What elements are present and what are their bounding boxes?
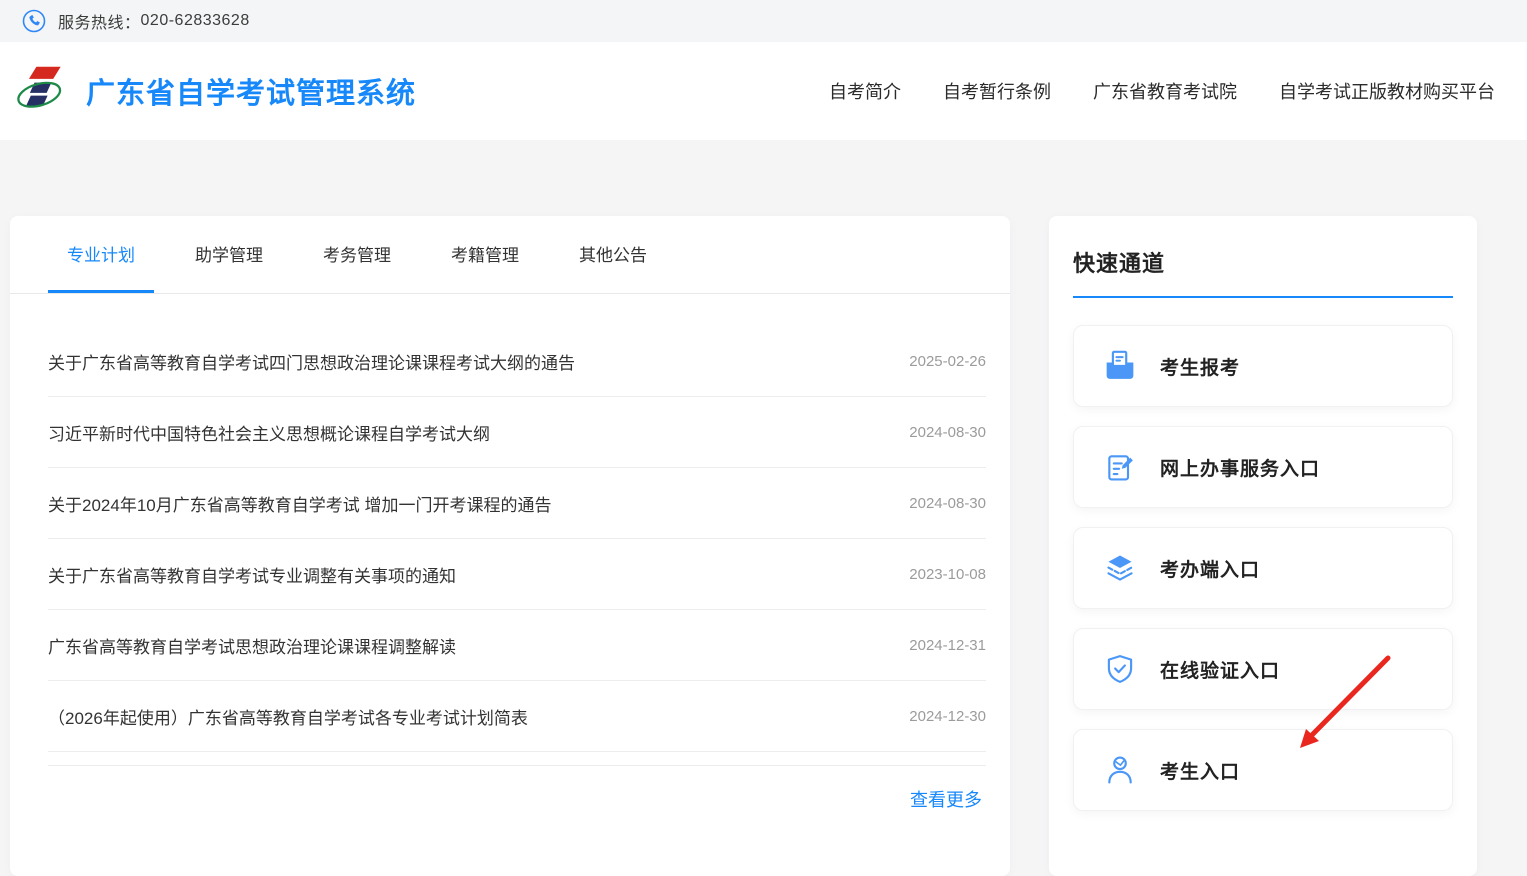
topbar: 服务热线： 020-62833628 <box>0 0 1527 42</box>
main-nav: 自考简介 自考暂行条例 广东省教育考试院 自学考试正版教材购买平台 <box>829 78 1495 104</box>
phone-icon <box>22 9 46 33</box>
tab-exam-affairs[interactable]: 考务管理 <box>304 216 410 293</box>
layers-icon <box>1104 552 1136 584</box>
news-row[interactable]: 广东省高等教育自学考试思想政治理论课课程调整解读 2024-12-31 <box>48 610 986 681</box>
brand: 广东省自学考试管理系统 <box>14 60 416 122</box>
tab-exam-records[interactable]: 考籍管理 <box>432 216 538 293</box>
page: 服务热线： 020-62833628 广东省自学考试管理系统 自考简介 自考暂行… <box>0 0 1527 842</box>
news-title[interactable]: （2026年起使用）广东省高等教育自学考试各专业考试计划简表 <box>48 704 528 729</box>
news-list: 关于广东省高等教育自学考试四门思想政治理论课课程考试大纲的通告 2025-02-… <box>10 294 1010 766</box>
quick-link-candidate-registration[interactable]: 考生报考 <box>1073 325 1453 407</box>
inbox-icon <box>1104 350 1136 382</box>
nav-link-regulations[interactable]: 自考暂行条例 <box>943 78 1051 104</box>
news-date: 2024-08-30 <box>909 424 986 441</box>
view-more-link[interactable]: 查看更多 <box>910 790 982 810</box>
list-divider <box>48 752 986 766</box>
quick-link-label: 考生报考 <box>1160 353 1240 380</box>
quick-link-label: 考办端入口 <box>1160 555 1260 582</box>
hotline-label: 服务热线： <box>58 9 141 33</box>
tab-major-plan[interactable]: 专业计划 <box>48 216 154 293</box>
quick-link-list: 考生报考 网上办事服务入口 <box>1073 325 1453 811</box>
quick-link-label: 考生入口 <box>1160 757 1240 784</box>
news-panel: 专业计划 助学管理 考务管理 考籍管理 其他公告 关于广东省高等教育自学考试四门… <box>10 216 1010 876</box>
nav-link-exam-authority[interactable]: 广东省教育考试院 <box>1093 78 1237 104</box>
quick-channel-title: 快速通道 <box>1073 216 1453 278</box>
news-tabbar: 专业计划 助学管理 考务管理 考籍管理 其他公告 <box>10 216 1010 294</box>
quick-channel-panel: 快速通道 考生报考 <box>1049 216 1477 876</box>
news-row[interactable]: （2026年起使用）广东省高等教育自学考试各专业考试计划简表 2024-12-3… <box>48 681 986 752</box>
site-header: 广东省自学考试管理系统 自考简介 自考暂行条例 广东省教育考试院 自学考试正版教… <box>0 42 1527 140</box>
news-date: 2024-12-31 <box>909 637 986 654</box>
news-date: 2025-02-26 <box>909 353 986 370</box>
tab-other-notices[interactable]: 其他公告 <box>560 216 666 293</box>
more-row: 查看更多 <box>10 766 1010 812</box>
quick-title-underline <box>1073 296 1453 298</box>
news-title[interactable]: 广东省高等教育自学考试思想政治理论课课程调整解读 <box>48 633 456 658</box>
news-date: 2024-08-30 <box>909 495 986 512</box>
edit-doc-icon <box>1104 451 1136 483</box>
user-icon <box>1104 754 1136 786</box>
shield-check-icon <box>1104 653 1136 685</box>
news-row[interactable]: 关于广东省高等教育自学考试专业调整有关事项的通知 2023-10-08 <box>48 539 986 610</box>
news-row[interactable]: 关于广东省高等教育自学考试四门思想政治理论课课程考试大纲的通告 2025-02-… <box>48 326 986 397</box>
news-date: 2024-12-30 <box>909 708 986 725</box>
site-logo <box>14 60 70 122</box>
news-date: 2023-10-08 <box>909 566 986 583</box>
news-title[interactable]: 习近平新时代中国特色社会主义思想概论课程自学考试大纲 <box>48 420 490 445</box>
quick-link-candidate-entrance[interactable]: 考生入口 <box>1073 729 1453 811</box>
news-row[interactable]: 关于2024年10月广东省高等教育自学考试 增加一门开考课程的通告 2024-0… <box>48 468 986 539</box>
quick-link-online-verification[interactable]: 在线验证入口 <box>1073 628 1453 710</box>
quick-link-label: 网上办事服务入口 <box>1160 454 1320 481</box>
news-row[interactable]: 习近平新时代中国特色社会主义思想概论课程自学考试大纲 2024-08-30 <box>48 397 986 468</box>
tab-study-support[interactable]: 助学管理 <box>176 216 282 293</box>
news-title[interactable]: 关于2024年10月广东省高等教育自学考试 增加一门开考课程的通告 <box>48 491 551 516</box>
news-title[interactable]: 关于广东省高等教育自学考试专业调整有关事项的通知 <box>48 562 456 587</box>
quick-link-label: 在线验证入口 <box>1160 656 1280 683</box>
nav-link-textbook-platform[interactable]: 自学考试正版教材购买平台 <box>1279 78 1495 104</box>
quick-link-exam-office[interactable]: 考办端入口 <box>1073 527 1453 609</box>
news-title[interactable]: 关于广东省高等教育自学考试四门思想政治理论课课程考试大纲的通告 <box>48 349 575 374</box>
hotline-number: 020-62833628 <box>141 12 250 30</box>
quick-link-online-services[interactable]: 网上办事服务入口 <box>1073 426 1453 508</box>
site-title: 广东省自学考试管理系统 <box>86 70 416 112</box>
nav-link-intro[interactable]: 自考简介 <box>829 78 901 104</box>
